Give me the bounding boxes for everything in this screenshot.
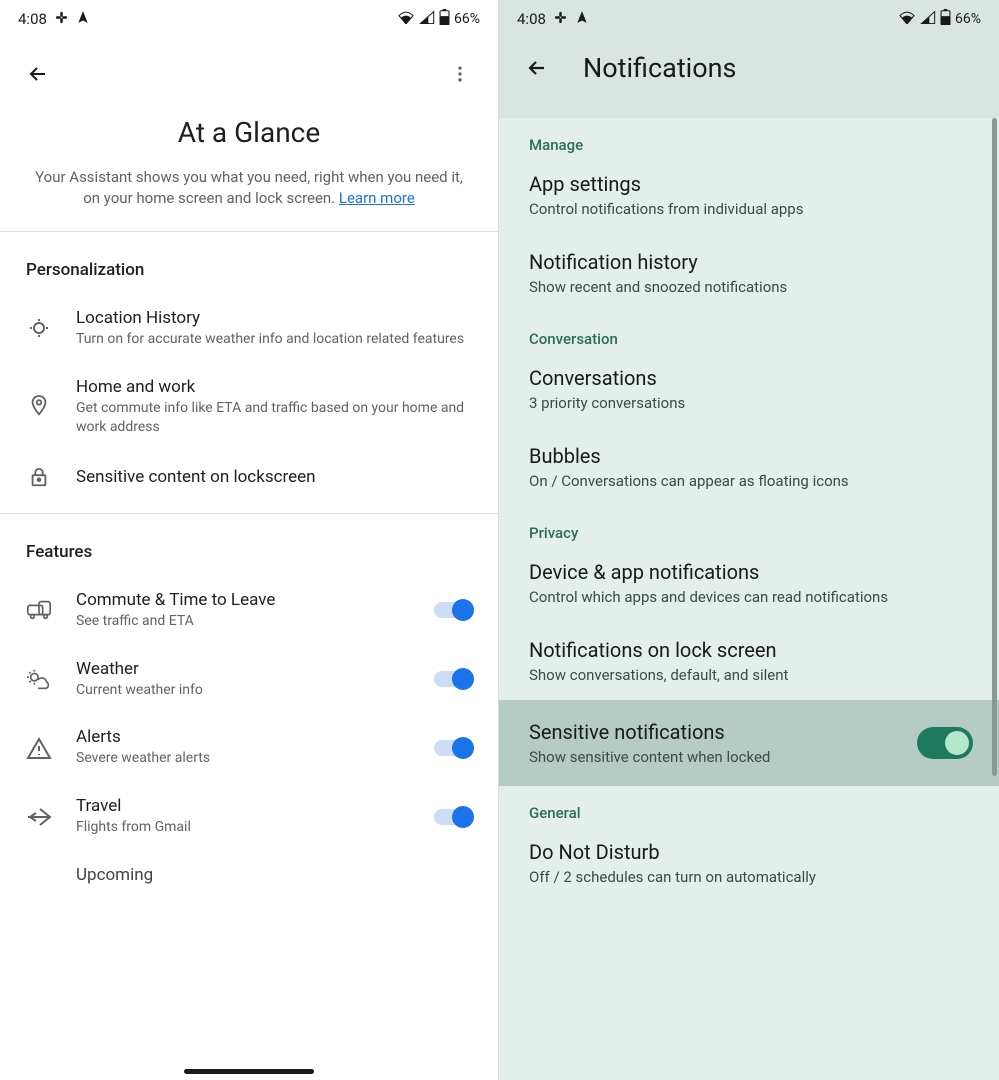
toolbar	[0, 44, 498, 104]
setting-home-work[interactable]: Home and work Get commute info like ETA …	[0, 363, 498, 451]
item-title: Conversations	[529, 366, 969, 390]
weather-icon	[26, 668, 52, 690]
setting-upcoming[interactable]: Upcoming	[0, 851, 498, 899]
setting-sub: See traffic and ETA	[76, 612, 410, 631]
learn-more-link[interactable]: Learn more	[339, 189, 415, 207]
setting-travel[interactable]: Travel Flights from Gmail	[0, 782, 498, 851]
setting-sub: Current weather info	[76, 681, 410, 700]
item-notifications-lock-screen[interactable]: Notifications on lock screen Show conver…	[499, 622, 999, 700]
header: Notifications	[499, 38, 999, 118]
setting-location-history[interactable]: Location History Turn on for accurate we…	[0, 294, 498, 363]
section-personalization: Personalization	[0, 232, 498, 294]
item-sub: 3 priority conversations	[529, 394, 969, 412]
page-description: Your Assistant shows you what you need, …	[0, 149, 498, 231]
status-bar: 4:08 ! 66%	[499, 0, 999, 38]
section-features: Features	[0, 514, 498, 576]
commute-toggle[interactable]	[434, 602, 472, 618]
alerts-toggle[interactable]	[434, 740, 472, 756]
item-sensitive-notifications[interactable]: Sensitive notifications Show sensitive c…	[499, 700, 999, 786]
section-privacy: Privacy	[499, 506, 999, 544]
screen-at-a-glance: 4:08 ! 66% At a Gl	[0, 0, 499, 1080]
setting-title: Travel	[76, 796, 410, 816]
travel-toggle[interactable]	[434, 809, 472, 825]
setting-title: Location History	[76, 308, 472, 328]
weather-toggle[interactable]	[434, 671, 472, 687]
nav-handle[interactable]	[184, 1069, 314, 1074]
setting-title: Weather	[76, 659, 410, 679]
commute-icon	[26, 599, 52, 621]
item-sub: Show recent and snoozed notifications	[529, 278, 969, 296]
alerts-icon	[26, 736, 52, 760]
back-button[interactable]	[517, 48, 557, 88]
item-sub: Off / 2 schedules can turn on automatica…	[529, 868, 969, 886]
item-app-settings[interactable]: App settings Control notifications from …	[499, 156, 999, 234]
setting-sub: Get commute info like ETA and traffic ba…	[76, 399, 472, 437]
item-sub: Control which apps and devices can read …	[529, 588, 969, 606]
setting-alerts[interactable]: Alerts Severe weather alerts	[0, 713, 498, 782]
more-button[interactable]	[440, 54, 480, 94]
battery-percent: 66%	[955, 11, 981, 27]
section-conversation: Conversation	[499, 312, 999, 350]
section-general: General	[499, 786, 999, 824]
sensitive-notifications-toggle[interactable]	[917, 727, 973, 759]
wifi-icon	[397, 10, 415, 28]
scrollbar[interactable]	[992, 118, 997, 776]
lock-icon	[26, 465, 52, 489]
setting-title: Commute & Time to Leave	[76, 590, 410, 610]
location-history-icon	[26, 316, 52, 340]
wifi-icon	[898, 10, 916, 28]
setting-commute[interactable]: Commute & Time to Leave See traffic and …	[0, 576, 498, 645]
item-device-app-notifications[interactable]: Device & app notifications Control which…	[499, 544, 999, 622]
battery-icon	[940, 9, 951, 29]
item-title: Notifications on lock screen	[529, 638, 969, 662]
setting-title: Home and work	[76, 377, 472, 397]
slack-icon	[54, 10, 69, 29]
nav-app-icon	[76, 10, 90, 28]
setting-sub: Turn on for accurate weather info and lo…	[76, 330, 472, 349]
page-title: Notifications	[583, 52, 736, 84]
travel-icon	[26, 805, 52, 829]
setting-title: Sensitive content on lockscreen	[76, 467, 472, 487]
section-manage: Manage	[499, 118, 999, 156]
item-sub: On / Conversations can appear as floatin…	[529, 472, 969, 490]
item-sub: Show sensitive content when locked	[529, 748, 770, 766]
status-bar: 4:08 ! 66%	[0, 0, 498, 38]
item-title: Bubbles	[529, 444, 969, 468]
setting-weather[interactable]: Weather Current weather info	[0, 645, 498, 714]
battery-icon	[439, 9, 450, 29]
setting-title: Alerts	[76, 727, 410, 747]
item-bubbles[interactable]: Bubbles On / Conversations can appear as…	[499, 428, 999, 506]
slack-icon	[553, 10, 568, 29]
signal-icon: !	[419, 10, 435, 28]
setting-sensitive-lockscreen[interactable]: Sensitive content on lockscreen	[0, 451, 498, 503]
back-button[interactable]	[18, 54, 58, 94]
screen-notifications: 4:08 ! 66% Notifications Manage	[499, 0, 999, 1080]
nav-app-icon	[575, 10, 589, 28]
setting-sub: Flights from Gmail	[76, 818, 410, 837]
item-title: Notification history	[529, 250, 969, 274]
setting-title: Upcoming	[76, 865, 472, 885]
item-do-not-disturb[interactable]: Do Not Disturb Off / 2 schedules can tur…	[499, 824, 999, 902]
page-title: At a Glance	[0, 116, 498, 149]
setting-sub: Severe weather alerts	[76, 749, 410, 768]
item-title: Sensitive notifications	[529, 720, 770, 744]
item-sub: Control notifications from individual ap…	[529, 200, 969, 218]
battery-percent: 66%	[454, 11, 480, 27]
status-time: 4:08	[517, 10, 546, 28]
signal-icon: !	[920, 10, 936, 28]
home-work-icon	[26, 394, 52, 420]
item-title: App settings	[529, 172, 969, 196]
item-sub: Show conversations, default, and silent	[529, 666, 969, 684]
item-notification-history[interactable]: Notification history Show recent and sno…	[499, 234, 999, 312]
status-time: 4:08	[18, 10, 47, 28]
item-title: Do Not Disturb	[529, 840, 969, 864]
item-conversations[interactable]: Conversations 3 priority conversations	[499, 350, 999, 428]
item-title: Device & app notifications	[529, 560, 969, 584]
